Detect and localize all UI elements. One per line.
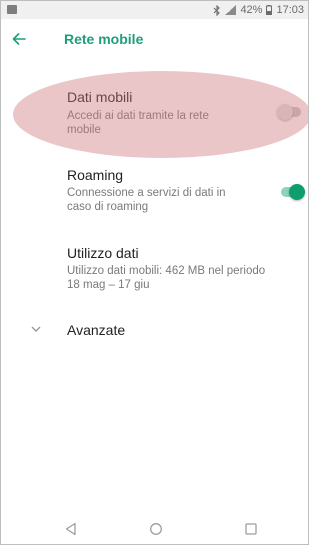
clock: 17:03 xyxy=(276,4,304,16)
dati-mobili-subtitle-line2: mobile xyxy=(67,124,101,136)
utilizzo-dati-subtitle-line1: Utilizzo dati mobili: 462 MB nel periodo xyxy=(67,265,266,277)
roaming-title: Roaming xyxy=(67,167,124,183)
setting-utilizzo-dati[interactable]: Utilizzo dati Utilizzo dati mobili: 462 … xyxy=(1,237,308,297)
roaming-switch[interactable] xyxy=(281,184,307,200)
setting-dati-mobili[interactable]: Dati mobili Accedi ai dati tramite la re… xyxy=(1,81,308,147)
dati-mobili-title: Dati mobili xyxy=(67,89,133,105)
roaming-subtitle-line1: Connessione a servizi di dati in xyxy=(67,187,226,199)
bluetooth-icon xyxy=(214,4,221,16)
home-circle-icon[interactable] xyxy=(149,522,163,536)
switch-thumb xyxy=(277,104,293,120)
status-bar: 42% 17:03 xyxy=(1,1,308,19)
setting-avanzate[interactable]: Avanzate xyxy=(1,313,308,349)
setting-roaming[interactable]: Roaming Connessione a servizi di dati in… xyxy=(1,159,308,221)
status-right-cluster: 42% 17:03 xyxy=(213,3,304,17)
dati-mobili-switch[interactable] xyxy=(277,104,303,120)
avanzate-title: Avanzate xyxy=(67,322,126,338)
page-title: Rete mobile xyxy=(64,31,144,47)
navigation-bar xyxy=(1,516,308,544)
recents-square-icon[interactable] xyxy=(244,522,258,536)
arrow-left-icon xyxy=(12,33,26,45)
roaming-subtitle-line2: caso di roaming xyxy=(67,201,149,213)
switch-thumb xyxy=(289,184,305,200)
phone-screen: 42% 17:03 Rete mobile Dati mobili Accedi… xyxy=(0,0,309,545)
notification-icon xyxy=(7,5,17,14)
back-button[interactable] xyxy=(5,25,33,53)
back-triangle-icon[interactable] xyxy=(64,522,78,536)
utilizzo-dati-title: Utilizzo dati xyxy=(67,245,139,261)
signal-icon xyxy=(225,5,237,15)
utilizzo-dati-subtitle-line2: 18 mag – 17 giu xyxy=(67,279,150,291)
chevron-down-icon xyxy=(31,326,41,332)
app-bar: Rete mobile xyxy=(1,19,308,59)
battery-icon xyxy=(266,5,273,15)
battery-percent: 42% xyxy=(240,4,263,16)
dati-mobili-subtitle-line1: Accedi ai dati tramite la rete xyxy=(67,110,209,122)
